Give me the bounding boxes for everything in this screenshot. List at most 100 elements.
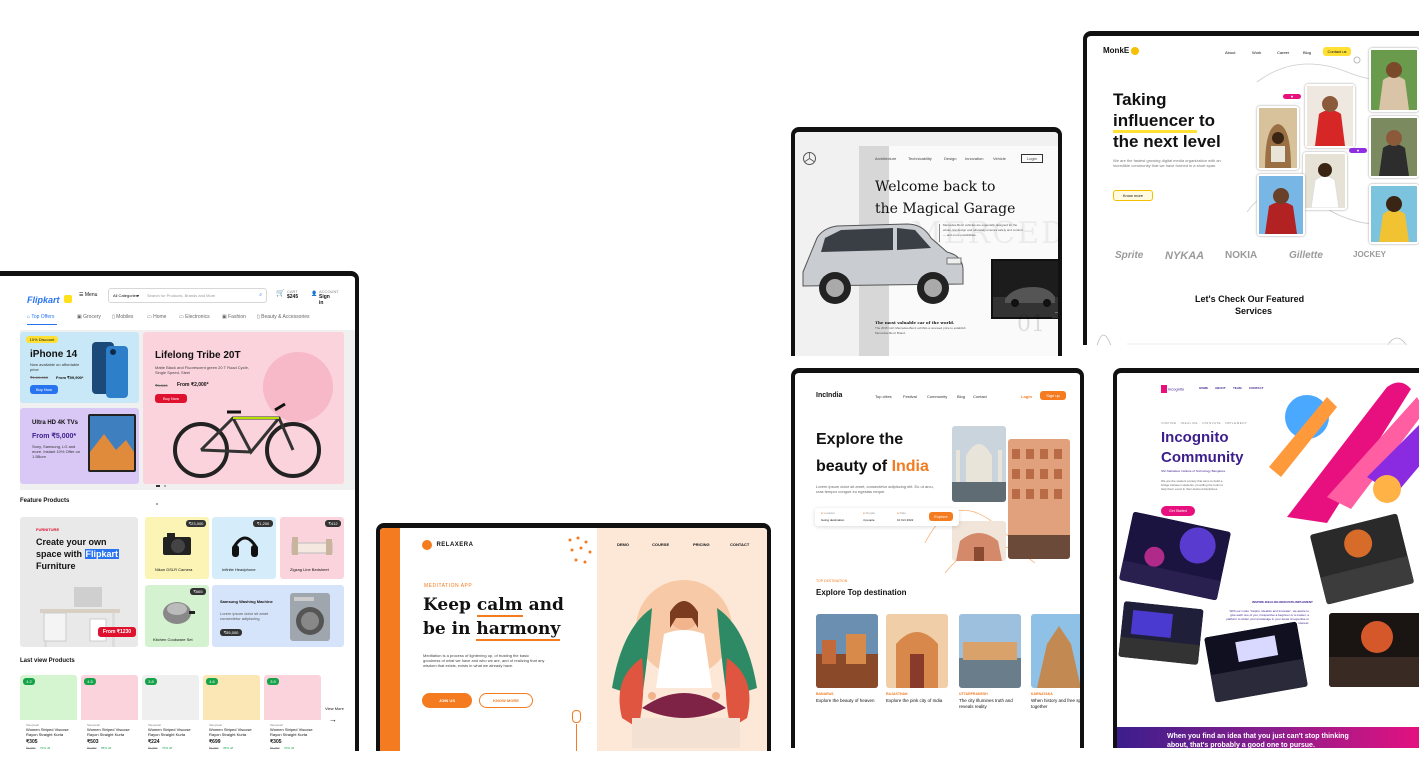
user-icon: 👤 — [311, 291, 318, 297]
furniture-price[interactable]: From ₹1230 — [98, 627, 136, 637]
explore-button[interactable]: Explore — [929, 512, 953, 521]
product-discount: 35% off — [223, 746, 234, 750]
search-icon[interactable]: ⌕ — [259, 292, 262, 298]
destination-card[interactable] — [959, 614, 1021, 688]
nav-fashion[interactable]: ▣ Fashion — [222, 314, 246, 320]
nav-course[interactable]: COURSE — [652, 542, 669, 547]
menu-button[interactable]: ☰ Menu — [79, 292, 97, 298]
caption-body: The 2015 GLK Mercedes-Benz exhibits a re… — [875, 326, 966, 335]
nav-home[interactable]: ▭ Home — [147, 314, 166, 320]
flipkart-logo[interactable]: Flipkart — [27, 290, 72, 308]
nav-top-cities[interactable]: Top cities — [875, 394, 892, 399]
category-select[interactable]: All Categories — [113, 293, 138, 298]
meditation-illustration — [602, 568, 767, 751]
date-field[interactable]: ● Date 10 Oct 2022 — [897, 511, 913, 523]
nav-electronics[interactable]: ▭ Electronics — [179, 314, 210, 320]
iphone-buy-button[interactable]: Buy Now — [30, 385, 58, 394]
nav-demo[interactable]: DEMO — [617, 542, 629, 547]
monke-logo[interactable]: MonkE — [1103, 46, 1140, 55]
destination-caption[interactable]: KARNATAKA When history and free spirits … — [1031, 692, 1080, 710]
join-us-button[interactable]: JOIN US — [422, 693, 472, 708]
incindia-logo[interactable]: IncIndia — [816, 392, 842, 399]
nav-contact[interactable]: Contact — [973, 394, 987, 399]
mercedes-logo-icon[interactable] — [803, 152, 816, 165]
dot-active[interactable] — [156, 485, 160, 487]
get-started-button[interactable]: Get Started — [1161, 506, 1195, 516]
next-arrow-icon[interactable]: → — [1052, 308, 1058, 318]
login-button[interactable]: Login — [1021, 154, 1043, 163]
featured-title-1: Let's Check Our Featured — [1195, 294, 1305, 304]
nav-festival[interactable]: Festival — [903, 394, 917, 399]
washer-card[interactable]: Samsung Washing Machine Lorem ipsum dolo… — [212, 585, 344, 647]
logo-text: RELAXERA — [436, 541, 474, 548]
destination-caption[interactable]: UTTARPRADESH The city Illumines truth an… — [959, 692, 1025, 710]
destination-card[interactable] — [886, 614, 948, 688]
nav-vehicle[interactable]: Vehicle — [993, 156, 1006, 161]
know-more-button[interactable]: KNOW MORE — [479, 693, 533, 708]
price-badge: ₹412 — [325, 520, 341, 527]
last-view-card[interactable]: 4.6 Sleepwell Women Striped Viscose Rayo… — [203, 675, 260, 751]
destination-caption[interactable]: RAJASTHAN Explore the pink city of India — [886, 692, 952, 704]
last-view-card[interactable]: 3.9 Sleepwell Women Striped Viscose Rayo… — [264, 675, 321, 751]
nav-beauty[interactable]: ▯ Beauty & Accessories — [257, 314, 310, 320]
cart-value: $245 — [287, 294, 299, 300]
relaxera-logo[interactable]: RELAXERA — [422, 536, 473, 554]
slide-counter: 01 — [1017, 312, 1045, 337]
mouse-scroll-icon[interactable] — [572, 710, 581, 723]
cycle-promo[interactable]: Lifelong Tribe 20T Matte Black and Fluor… — [143, 332, 344, 484]
signup-button[interactable]: Sign up — [1040, 391, 1066, 400]
product-card[interactable]: ₹23,000 Nikon DSLR Camera — [145, 517, 209, 579]
nav-community[interactable]: Community — [927, 394, 947, 399]
product-card[interactable]: ₹1,200 Infinite Headphone — [212, 517, 276, 579]
dot[interactable] — [156, 503, 158, 505]
last-view-card[interactable]: 4.2 Sleepwell Women Striped Viscose Rayo… — [20, 675, 77, 751]
nav-innovation[interactable]: Innovation — [965, 156, 983, 161]
furniture-banner[interactable]: FURNITURE Create your own space with Fli… — [20, 517, 138, 647]
location-field[interactable]: ● Location Going destination — [821, 511, 844, 523]
destination-tag: UTTARPRADESH — [959, 692, 988, 696]
garage-title-1: Welcome back to — [875, 179, 996, 195]
nav-home[interactable]: HOME — [1199, 386, 1208, 390]
product-card[interactable]: ₹412 Zigzag Line Bedsheet — [280, 517, 344, 579]
nav-design[interactable]: Design — [944, 156, 956, 161]
know-more-button[interactable]: Know more — [1113, 190, 1153, 201]
dot[interactable] — [164, 485, 167, 487]
product-card[interactable]: ₹665 Kitchen Cookware Set — [145, 585, 209, 647]
price-badge: ₹665 — [190, 588, 206, 595]
nav-about[interactable]: About — [1225, 50, 1235, 55]
iphone-title: iPhone 14 — [30, 349, 78, 360]
price-badge: ₹1,200 — [253, 520, 273, 527]
last-view-card[interactable]: 3.8 Sleepwell Women Striped Viscose Rayo… — [142, 675, 199, 751]
suv-graphic — [802, 223, 964, 304]
temple-graphic — [952, 521, 1006, 561]
nav-mobiles[interactable]: ▯ Mobiles — [112, 314, 133, 320]
nav-team[interactable]: TEAM — [1233, 386, 1242, 390]
destination-card[interactable] — [1031, 614, 1080, 688]
destination-caption[interactable]: BANARAS Explore the beauty of heaven — [816, 692, 882, 704]
title-text: beauty of — [816, 458, 892, 475]
nav-architecture[interactable]: Architecture — [875, 156, 896, 161]
search-input[interactable]: Search for Products, Brands and More — [147, 293, 215, 298]
field-label: People — [865, 511, 875, 515]
destination-card[interactable] — [816, 614, 878, 688]
nav-contact[interactable]: CONTACT — [730, 542, 749, 547]
search-bar[interactable]: All Categories ▾ Search for Products, Br… — [108, 288, 267, 303]
nav-technicability[interactable]: Technicability — [908, 156, 932, 161]
nav-contact[interactable]: CONTACT — [1249, 386, 1263, 390]
people-field[interactable]: ● People 4 people — [863, 511, 875, 523]
tv-promo[interactable]: Ultra HD 4K TVs From ₹5,000* Sony, Samsu… — [20, 408, 139, 484]
iphone-promo[interactable]: 10% Discount iPhone 14 Now available on … — [20, 332, 139, 403]
incognito-logo[interactable]: incognito — [1161, 385, 1184, 393]
temple-photo — [952, 521, 1006, 561]
nav-top-offers[interactable]: ⌂ Top Offers — [27, 314, 54, 320]
view-more-link[interactable]: View More → — [325, 706, 344, 724]
login-link[interactable]: Login — [1021, 394, 1032, 399]
nav-label: Beauty & Accessories — [261, 314, 310, 320]
nav-about[interactable]: ABOUT — [1215, 386, 1226, 390]
last-view-card[interactable]: 4.5 Sleepwell Women Striped Viscose Rayo… — [81, 675, 138, 751]
nav-blog[interactable]: Blog — [957, 394, 965, 399]
logo-text: MonkE — [1103, 46, 1130, 55]
product-price: ₹503 — [87, 739, 99, 745]
nav-pricing[interactable]: PRICING — [693, 542, 710, 547]
nav-grocery[interactable]: ▣ Grocery — [77, 314, 101, 320]
